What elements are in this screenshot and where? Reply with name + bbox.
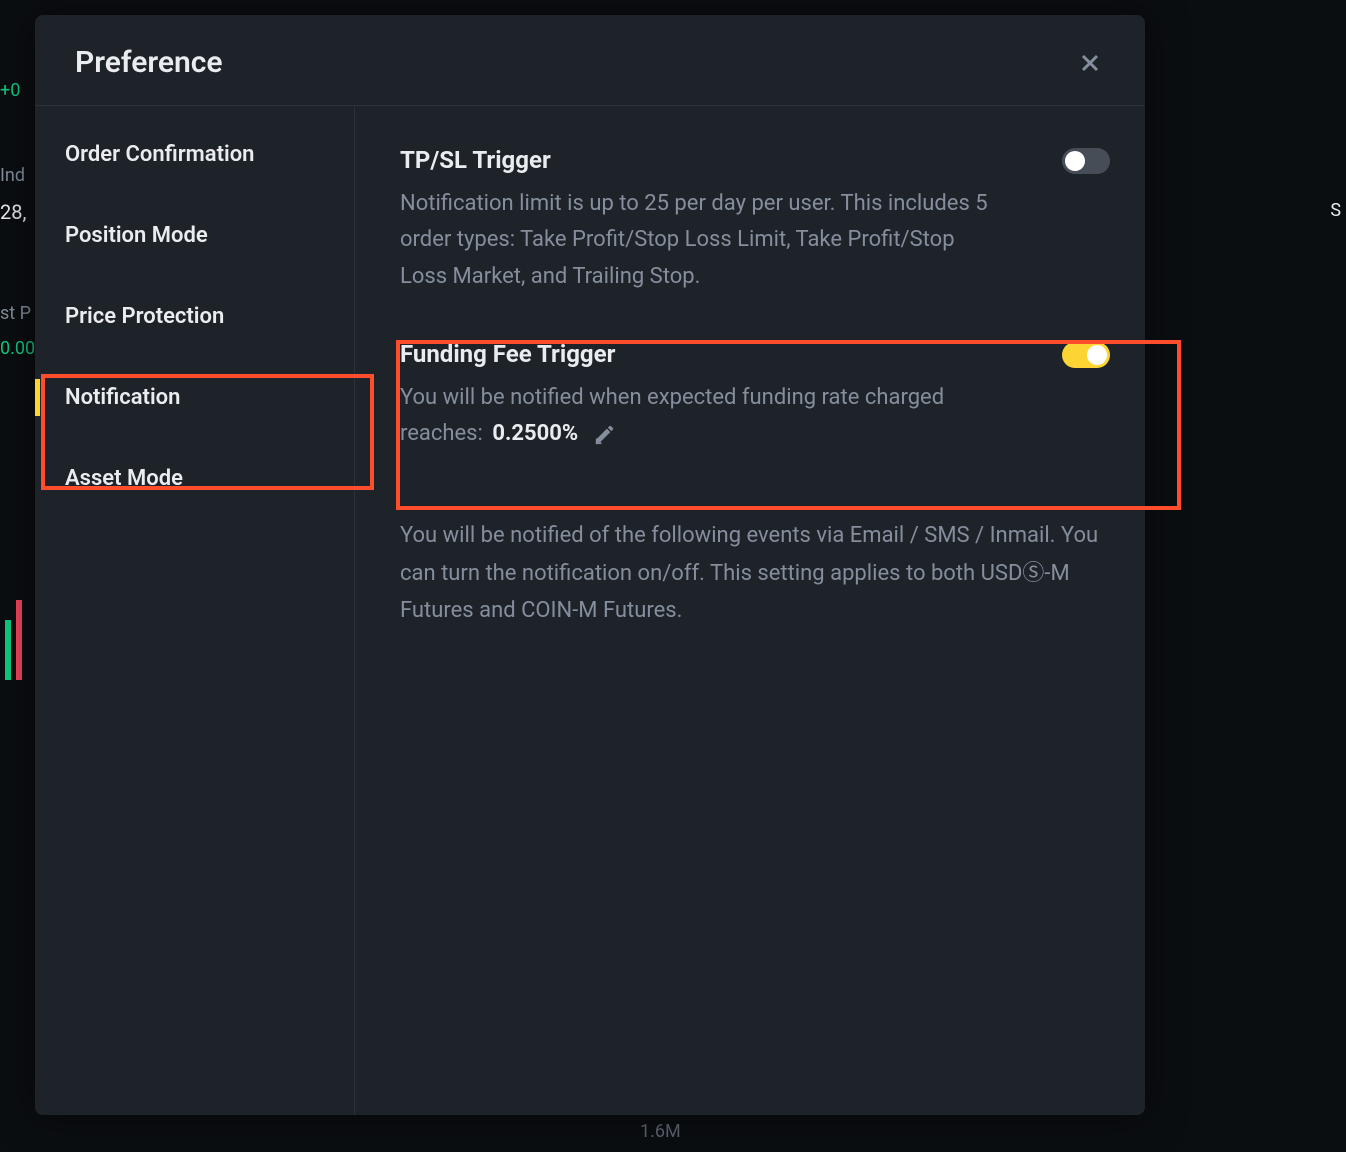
- toggle-knob: [1087, 345, 1107, 365]
- toggle-knob: [1065, 151, 1085, 171]
- tpsl-toggle[interactable]: [1062, 148, 1110, 174]
- funding-rate-value: 0.2500%: [492, 421, 578, 446]
- bg-price: 28,: [0, 200, 26, 224]
- funding-desc-prefix: You will be notified when expected fundi…: [400, 385, 944, 446]
- sidebar-item-label: Price Protection: [65, 304, 224, 329]
- sidebar-item-asset-mode[interactable]: Asset Mode: [35, 438, 354, 519]
- modal-header: Preference: [35, 15, 1145, 105]
- content-panel: TP/SL Trigger Notification limit is up t…: [355, 106, 1145, 1115]
- preference-sidebar: Order Confirmation Position Mode Price P…: [35, 106, 355, 1115]
- tpsl-title: TP/SL Trigger: [400, 146, 1000, 174]
- modal-title: Preference: [75, 45, 223, 80]
- tpsl-desc: Notification limit is up to 25 per day p…: [400, 186, 1000, 295]
- sidebar-item-price-protection[interactable]: Price Protection: [35, 276, 354, 357]
- bg-vol: 1.6M: [640, 1121, 681, 1142]
- modal-body: Order Confirmation Position Mode Price P…: [35, 105, 1145, 1115]
- sidebar-item-label: Position Mode: [65, 223, 208, 248]
- bg-ind-label: Ind: [0, 165, 25, 186]
- bg-plus-value: +0: [0, 80, 20, 101]
- bg-stp: st P: [0, 303, 31, 324]
- edit-icon: [594, 423, 616, 445]
- notification-info-text: You will be notified of the following ev…: [400, 517, 1110, 629]
- funding-title: Funding Fee Trigger: [400, 340, 1000, 368]
- funding-fee-trigger-section: Funding Fee Trigger You will be notified…: [400, 340, 1110, 453]
- funding-toggle[interactable]: [1062, 342, 1110, 368]
- funding-desc: You will be notified when expected fundi…: [400, 380, 1000, 453]
- sidebar-item-label: Order Confirmation: [65, 142, 254, 167]
- bg-s: S: [1330, 200, 1341, 221]
- close-icon: [1078, 51, 1102, 75]
- bg-pct: 0.00: [0, 338, 35, 359]
- sidebar-item-notification[interactable]: Notification: [35, 357, 354, 438]
- candle-red: [16, 600, 22, 680]
- candle-green: [5, 620, 11, 680]
- sidebar-item-label: Asset Mode: [65, 466, 183, 491]
- sidebar-item-order-confirmation[interactable]: Order Confirmation: [35, 114, 354, 195]
- close-button[interactable]: [1075, 48, 1105, 78]
- tpsl-trigger-section: TP/SL Trigger Notification limit is up t…: [400, 146, 1110, 295]
- sidebar-item-label: Notification: [65, 385, 180, 410]
- preference-modal: Preference Order Confirmation Position M…: [35, 15, 1145, 1115]
- edit-funding-rate-button[interactable]: [594, 423, 616, 445]
- sidebar-item-position-mode[interactable]: Position Mode: [35, 195, 354, 276]
